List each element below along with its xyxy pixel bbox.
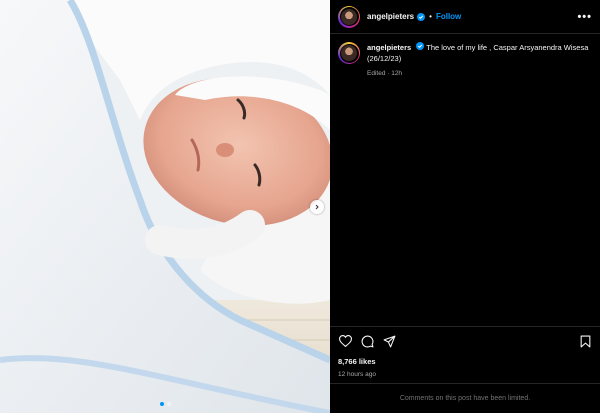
separator: • xyxy=(429,12,432,21)
action-bar xyxy=(338,327,592,355)
heart-icon xyxy=(338,335,352,347)
caption: angelpieters The love of my life , Caspa… xyxy=(330,34,600,79)
profile-picture xyxy=(341,8,357,25)
post-details-panel: angelpieters • Follow ••• angelpieters T… xyxy=(330,0,600,413)
comments-limited-notice: Comments on this post have been limited. xyxy=(330,383,600,413)
caption-username[interactable]: angelpieters xyxy=(367,43,411,52)
chevron-right-icon xyxy=(315,204,319,210)
verified-badge-icon xyxy=(417,12,426,21)
carousel-dot xyxy=(166,402,171,406)
post-actions-section: 8,766 likes 12 hours ago xyxy=(330,326,600,378)
post-timestamp[interactable]: 12 hours ago xyxy=(338,371,592,378)
post-image[interactable] xyxy=(0,0,330,413)
follow-button[interactable]: Follow xyxy=(436,12,461,21)
send-icon xyxy=(383,335,395,347)
carousel-dot xyxy=(159,402,164,406)
newborn-baby-photo xyxy=(0,0,330,413)
carousel-next-button[interactable] xyxy=(310,200,324,214)
username-link[interactable]: angelpieters xyxy=(367,12,414,21)
post-header: angelpieters • Follow ••• xyxy=(330,0,600,34)
share-button[interactable] xyxy=(382,334,396,348)
like-button[interactable] xyxy=(338,334,352,348)
comment-icon xyxy=(361,335,373,347)
avatar[interactable] xyxy=(338,42,360,64)
carousel-indicator xyxy=(0,402,330,406)
verified-badge-icon xyxy=(416,42,425,50)
comment-button[interactable] xyxy=(360,334,374,348)
edited-timestamp: Edited · 12h xyxy=(367,70,403,77)
avatar[interactable] xyxy=(338,5,360,28)
caption-body: angelpieters The love of my life , Caspa… xyxy=(367,42,592,79)
bookmark-icon xyxy=(580,335,590,347)
profile-picture xyxy=(341,45,357,61)
likes-count[interactable]: 8,766 likes xyxy=(338,357,592,366)
save-button[interactable] xyxy=(578,334,592,348)
more-options-icon[interactable]: ••• xyxy=(577,11,592,23)
